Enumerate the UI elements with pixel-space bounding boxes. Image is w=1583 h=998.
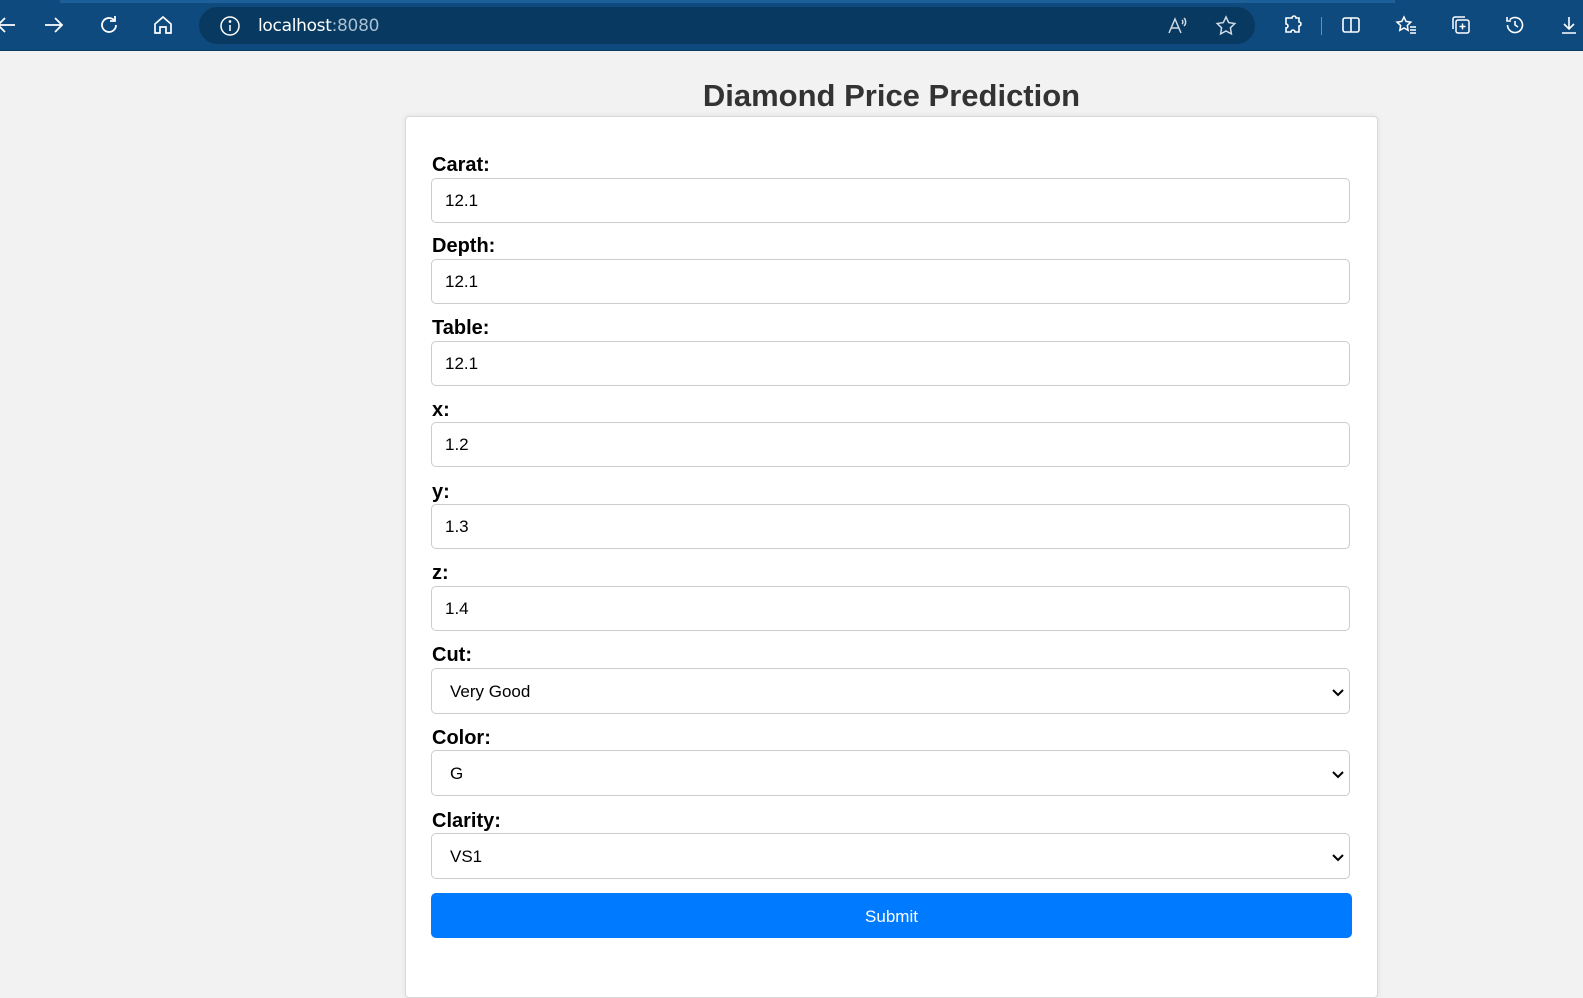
split-screen-icon[interactable] xyxy=(1337,11,1365,39)
color-select[interactable]: G xyxy=(431,750,1350,796)
star-icon[interactable] xyxy=(1214,14,1238,38)
url-host: localhost xyxy=(258,16,332,36)
cut-selected-value: Very Good xyxy=(450,682,531,701)
puzzle-icon[interactable] xyxy=(1278,11,1306,39)
download-icon[interactable] xyxy=(1555,11,1583,39)
color-selected-value: G xyxy=(450,764,464,783)
clarity-label: Clarity: xyxy=(432,810,501,832)
table-label: Table: xyxy=(432,317,490,339)
info-icon[interactable] xyxy=(219,15,241,37)
prediction-form: Carat: Depth: Table: x: y: z: Cut: Very … xyxy=(405,116,1378,998)
carat-label: Carat: xyxy=(432,154,490,176)
x-label: x: xyxy=(432,399,450,421)
cut-label: Cut: xyxy=(432,644,472,666)
url-text[interactable]: localhost:8080 xyxy=(258,16,379,36)
page-title: Diamond Price Prediction xyxy=(702,78,1081,113)
depth-input[interactable] xyxy=(431,259,1350,304)
x-input[interactable] xyxy=(431,422,1350,467)
carat-input[interactable] xyxy=(431,178,1350,223)
z-input[interactable] xyxy=(431,586,1350,631)
address-bar[interactable]: localhost:8080 xyxy=(199,7,1255,44)
tab-strip xyxy=(60,0,1395,3)
chevron-down-icon xyxy=(1330,766,1346,782)
depth-label: Depth: xyxy=(432,235,496,257)
cut-select[interactable]: Very Good xyxy=(431,668,1350,714)
clarity-selected-value: VS1 xyxy=(450,847,483,866)
favorites-icon[interactable] xyxy=(1392,11,1420,39)
table-input[interactable] xyxy=(431,341,1350,386)
y-label: y: xyxy=(432,481,450,503)
history-icon[interactable] xyxy=(1501,11,1529,39)
y-input[interactable] xyxy=(431,504,1350,549)
color-label: Color: xyxy=(432,727,491,749)
collections-icon[interactable] xyxy=(1447,11,1475,39)
refresh-icon[interactable] xyxy=(95,11,123,39)
home-icon[interactable] xyxy=(149,11,177,39)
forward-arrow-icon[interactable] xyxy=(40,11,68,39)
chevron-down-icon xyxy=(1330,684,1346,700)
browser-toolbar: localhost:8080 xyxy=(0,0,1583,51)
clarity-select[interactable]: VS1 xyxy=(431,833,1350,879)
back-arrow-icon[interactable] xyxy=(0,11,20,39)
toolbar-divider xyxy=(1321,17,1322,35)
read-aloud-icon[interactable] xyxy=(1165,14,1189,38)
url-port: :8080 xyxy=(331,16,380,36)
chevron-down-icon xyxy=(1330,849,1346,865)
z-label: z: xyxy=(432,562,449,584)
submit-button[interactable]: Submit xyxy=(431,893,1352,938)
